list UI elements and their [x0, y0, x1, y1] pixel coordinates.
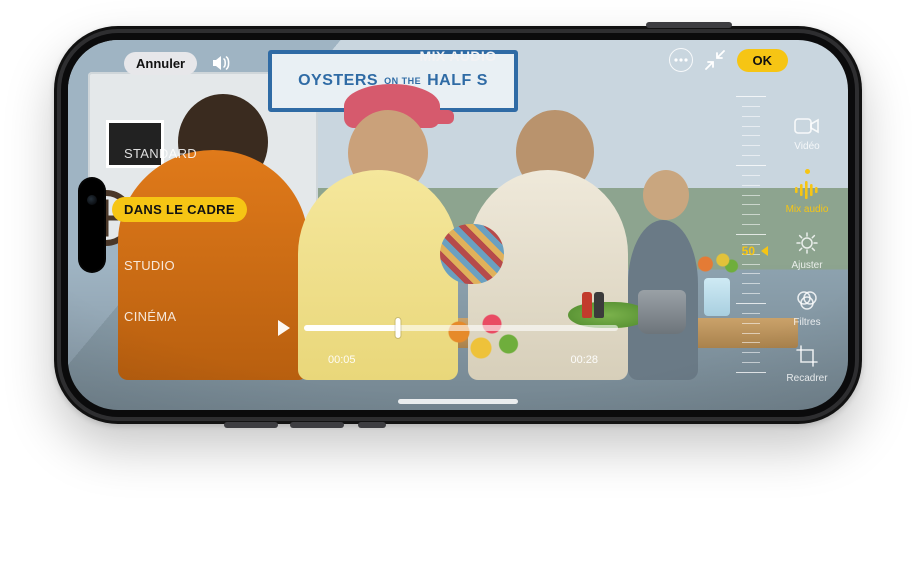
preset-in-frame[interactable]: DANS LE CADRE: [112, 197, 247, 222]
edit-tabs: Vidéo Mix audio: [778, 112, 836, 392]
current-time: 00:05: [328, 354, 356, 366]
tab-filters[interactable]: Filtres: [778, 288, 836, 328]
screen: OYSTERS ON THE HALF S: [68, 40, 848, 410]
tab-video[interactable]: Vidéo: [778, 116, 836, 152]
more-options-icon[interactable]: [669, 48, 693, 72]
preset-standard[interactable]: STANDARD: [124, 146, 247, 161]
play-button[interactable]: [278, 320, 290, 336]
tab-label: Vidéo: [794, 141, 819, 152]
active-dot-icon: [805, 169, 810, 174]
home-indicator: [398, 399, 518, 404]
ok-button[interactable]: OK: [737, 49, 789, 72]
tab-label: Recadrer: [786, 373, 827, 384]
total-time: 00:28: [570, 354, 598, 366]
intensity-value: 50: [742, 244, 755, 258]
volume-icon[interactable]: [211, 54, 233, 72]
intensity-slider[interactable]: 50: [736, 96, 766, 372]
tab-label: Mix audio: [786, 204, 829, 215]
page-title: MIX AUDIO: [420, 48, 497, 64]
hw-volume-down: [290, 422, 344, 428]
cancel-button[interactable]: Annuler: [124, 52, 197, 75]
tab-mix-audio[interactable]: Mix audio: [778, 169, 836, 215]
hw-volume-up: [224, 422, 278, 428]
hw-action-button: [358, 422, 386, 428]
timeline-handle[interactable]: [396, 318, 401, 338]
timeline-track[interactable]: [304, 325, 618, 331]
tab-label: Filtres: [793, 317, 820, 328]
iphone-device: OYSTERS ON THE HALF S: [54, 26, 862, 424]
hw-power-button: [646, 22, 732, 28]
exit-fullscreen-icon[interactable]: [705, 50, 725, 70]
preset-studio[interactable]: STUDIO: [124, 258, 247, 273]
tab-label: Ajuster: [791, 260, 822, 271]
preset-cinema[interactable]: CINÉMA: [124, 309, 247, 324]
tab-adjust[interactable]: Ajuster: [778, 231, 836, 271]
timeline-fill: [304, 325, 398, 331]
tab-crop[interactable]: Recadrer: [778, 344, 836, 384]
indicator-triangle-icon: [761, 246, 768, 256]
audio-mix-presets: STANDARD DANS LE CADRE STUDIO CINÉMA: [124, 146, 247, 324]
